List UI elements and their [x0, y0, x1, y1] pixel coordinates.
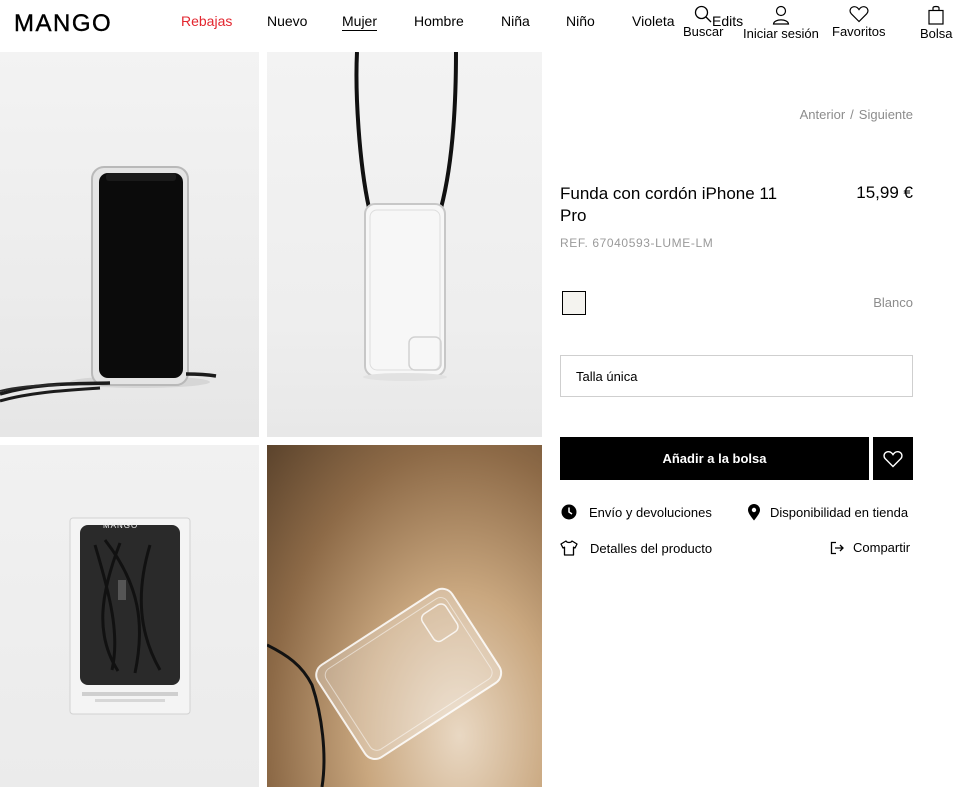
- search-button[interactable]: Buscar: [683, 5, 723, 39]
- lifestyle-image: [267, 587, 503, 787]
- phone-case-back-image: [354, 52, 458, 381]
- share-link[interactable]: Compartir: [830, 540, 910, 555]
- next-link[interactable]: Siguiente: [859, 107, 913, 122]
- share-label: Compartir: [853, 540, 911, 555]
- nav-item-mujer[interactable]: Mujer: [342, 13, 378, 31]
- site-header: MANGO Rebajas Nuevo Mujer Hombre Niña Ni…: [0, 0, 958, 52]
- size-value: Talla única: [576, 369, 638, 384]
- pagination-separator: /: [850, 107, 854, 122]
- previous-link[interactable]: Anterior: [800, 107, 846, 122]
- store-availability-link[interactable]: Disponibilidad en tienda: [747, 504, 908, 521]
- bag-icon: [928, 5, 944, 25]
- product-photo-lifestyle[interactable]: [267, 445, 542, 787]
- search-label: Buscar: [683, 24, 724, 39]
- color-swatch-blanco[interactable]: [562, 291, 586, 315]
- mango-logo[interactable]: MANGO: [14, 10, 112, 38]
- shipping-returns-label: Envío y devoluciones: [589, 504, 712, 520]
- nav-item-nuevo[interactable]: Nuevo: [267, 13, 307, 29]
- phone-case-front-image: [0, 166, 217, 403]
- product-photo-back[interactable]: [267, 52, 542, 437]
- login-label: Iniciar sesión: [743, 26, 819, 41]
- product-reference: REF. 67040593-LUME-LM: [560, 236, 714, 250]
- bag-label: Bolsa: [920, 26, 953, 41]
- favorites-label: Favoritos: [832, 24, 886, 39]
- product-pagination: Anterior / Siguiente: [800, 107, 913, 122]
- search-icon: [695, 5, 712, 23]
- nav-item-rebajas[interactable]: Rebajas: [181, 13, 232, 29]
- svg-text:MANGO: MANGO: [103, 521, 138, 530]
- product-details-label: Detalles del producto: [590, 540, 713, 556]
- product-photo-front[interactable]: [0, 52, 259, 437]
- clock-icon: [561, 504, 577, 520]
- heart-icon: [849, 6, 869, 23]
- size-selector[interactable]: Talla única: [560, 355, 913, 397]
- favorites-button[interactable]: Favoritos: [832, 5, 885, 39]
- shipping-returns-link[interactable]: Envío y devoluciones: [561, 504, 712, 520]
- add-to-bag-button[interactable]: Añadir a la bolsa: [560, 437, 869, 480]
- login-button[interactable]: Iniciar sesión: [743, 5, 819, 41]
- bag-button[interactable]: Bolsa: [920, 5, 953, 41]
- store-availability-label: Disponibilidad en tienda: [770, 505, 909, 520]
- share-icon: [830, 541, 844, 554]
- heart-icon: [883, 450, 903, 467]
- nav-item-nina[interactable]: Niña: [501, 13, 530, 29]
- selected-color-name: Blanco: [873, 295, 913, 310]
- product-details-link[interactable]: Detalles del producto: [560, 540, 712, 556]
- nav-item-nino[interactable]: Niño: [566, 13, 595, 29]
- product-photo-packaging[interactable]: MANGO: [0, 445, 259, 787]
- user-icon: [772, 5, 790, 25]
- tshirt-icon: [560, 540, 578, 556]
- add-to-favorites-button[interactable]: [873, 437, 913, 480]
- product-title: Funda con cordón iPhone 11 Pro: [560, 184, 778, 225]
- packaging-image: MANGO: [69, 517, 191, 715]
- product-price: 15,99 €: [856, 183, 913, 202]
- location-pin-icon: [748, 504, 760, 521]
- nav-item-violeta[interactable]: Violeta: [632, 13, 675, 29]
- nav-item-hombre[interactable]: Hombre: [414, 13, 464, 29]
